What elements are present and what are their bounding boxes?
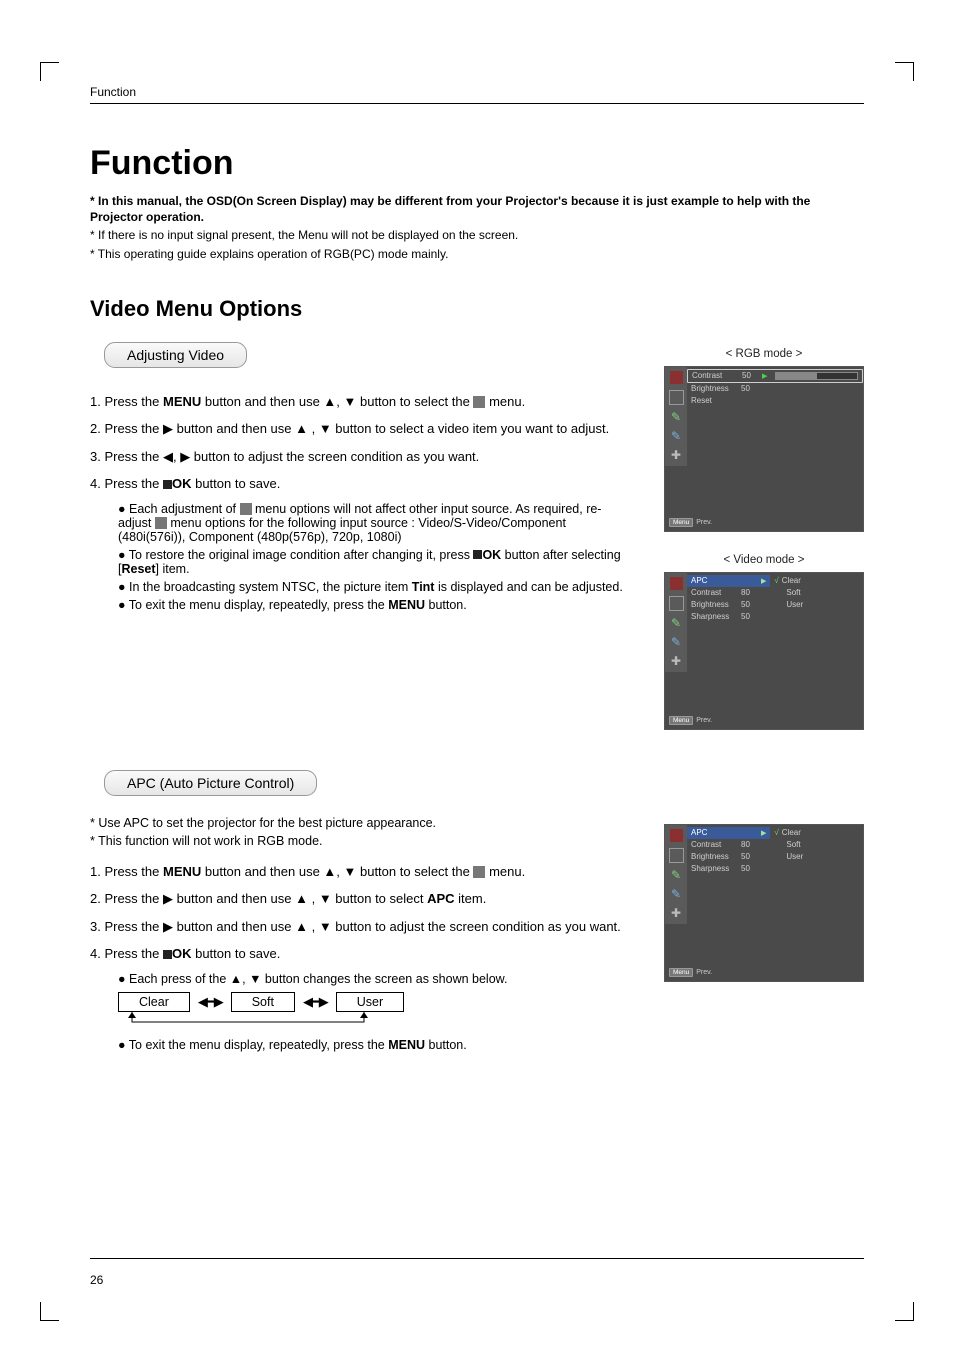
note-line: * If there is no input signal present, t… bbox=[90, 227, 864, 243]
osd-footer: Menu Prev. bbox=[665, 966, 863, 977]
osd-video-icon bbox=[670, 829, 683, 842]
apc-flow-diagram: Clear ◀━▶ Soft ◀━▶ User bbox=[118, 992, 634, 1012]
osd-footer: Menu Prev. bbox=[665, 516, 863, 527]
osd-video-icon bbox=[670, 577, 683, 590]
page-header-label: Function bbox=[90, 85, 864, 99]
menu-placeholder-icon bbox=[473, 866, 485, 878]
ok-prefix-icon bbox=[163, 480, 172, 489]
apc-intro: * Use APC to set the projector for the b… bbox=[90, 816, 634, 830]
osd-footer: Menu Prev. bbox=[665, 714, 863, 725]
osd-sound-icon: ✎ bbox=[670, 636, 683, 649]
osd-sound-icon: ✎ bbox=[670, 430, 683, 443]
note-bold: * In this manual, the OSD(On Screen Disp… bbox=[90, 194, 810, 224]
osd-pencil-icon: ✎ bbox=[670, 411, 683, 424]
osd-screen-icon bbox=[669, 390, 684, 405]
osd-slider-bar bbox=[775, 372, 858, 380]
instructions-apc: 1. Press the MENU button and then use ▲,… bbox=[90, 862, 634, 964]
ok-prefix-icon bbox=[163, 950, 172, 959]
apc-flow-loop bbox=[118, 1012, 403, 1028]
footer-rule bbox=[90, 1258, 864, 1259]
osd-tools-icon: ✚ bbox=[670, 907, 683, 920]
bullets-apc-exit: ● To exit the menu display, repeatedly, … bbox=[118, 1038, 634, 1052]
page-title: Function bbox=[90, 144, 864, 183]
bidir-arrow-icon: ◀━▶ bbox=[198, 994, 223, 1010]
osd-sound-icon: ✎ bbox=[670, 888, 683, 901]
right-arrow-icon: ▶ bbox=[761, 829, 766, 837]
note-line: * This operating guide explains operatio… bbox=[90, 246, 864, 262]
osd-screen-icon bbox=[669, 848, 684, 863]
osd-tools-icon: ✚ bbox=[670, 655, 683, 668]
menu-placeholder-icon bbox=[155, 517, 167, 529]
bullets-apc: ● Each press of the ▲, ▼ button changes … bbox=[118, 972, 634, 986]
page-number: 26 bbox=[90, 1273, 103, 1287]
osd-rgb: ✎ ✎ ✚ Contrast 50 ▶ bbox=[664, 366, 864, 532]
menu-placeholder-icon bbox=[473, 396, 485, 408]
bullets-adjusting-video: ● Each adjustment of menu options will n… bbox=[118, 502, 634, 612]
check-icon: √ bbox=[774, 576, 778, 585]
crop-mark bbox=[40, 62, 59, 81]
right-arrow-icon: ▶ bbox=[761, 577, 766, 585]
osd-video: ✎ ✎ ✚ APC ▶ Contrast80 Brightness5 bbox=[664, 572, 864, 730]
crop-mark bbox=[895, 1302, 914, 1321]
osd-video-icon bbox=[670, 371, 683, 384]
check-icon: √ bbox=[774, 828, 778, 837]
bidir-arrow-icon: ◀━▶ bbox=[303, 994, 328, 1010]
instructions-adjusting-video: 1. Press the MENU button and then use ▲,… bbox=[90, 392, 634, 494]
osd-pencil-icon: ✎ bbox=[670, 617, 683, 630]
apc-intro: * This function will not work in RGB mod… bbox=[90, 834, 634, 848]
menu-placeholder-icon bbox=[240, 503, 252, 515]
subheading-apc: APC (Auto Picture Control) bbox=[104, 770, 317, 796]
crop-mark bbox=[895, 62, 914, 81]
subheading-adjusting-video: Adjusting Video bbox=[104, 342, 247, 368]
osd-screen-icon bbox=[669, 596, 684, 611]
right-arrow-icon: ▶ bbox=[762, 372, 767, 380]
osd-pencil-icon: ✎ bbox=[670, 869, 683, 882]
osd-apc: ✎ ✎ ✚ APC ▶ Contrast80 Brightness5 bbox=[664, 824, 864, 982]
crop-mark bbox=[40, 1302, 59, 1321]
header-rule bbox=[90, 103, 864, 104]
section-title: Video Menu Options bbox=[90, 296, 864, 322]
osd-label-video: < Video mode > bbox=[664, 554, 864, 566]
intro-notes: * In this manual, the OSD(On Screen Disp… bbox=[90, 193, 864, 262]
osd-tools-icon: ✚ bbox=[670, 449, 683, 462]
osd-label-rgb: < RGB mode > bbox=[664, 348, 864, 360]
